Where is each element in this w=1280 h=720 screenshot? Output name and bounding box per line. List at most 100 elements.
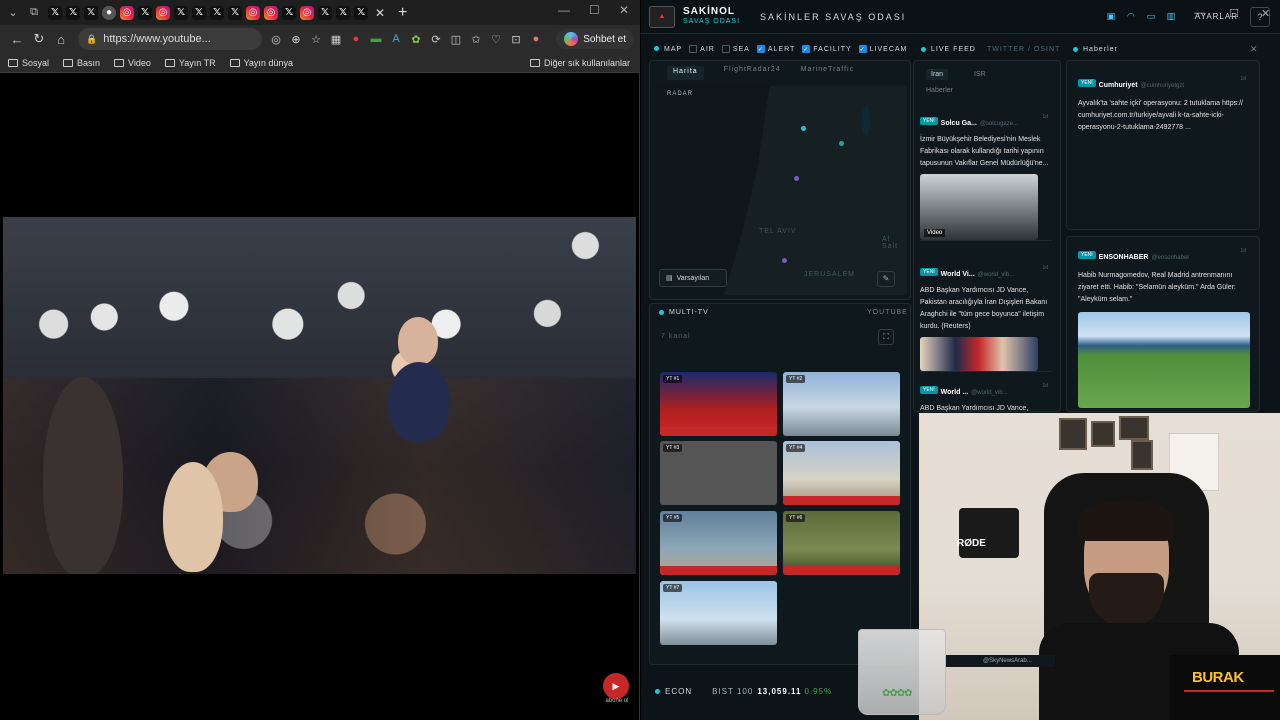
feed-card[interactable]: YENİ Solcu Ga... @solcugaze... 1d İzmir Büyü… — [920, 112, 1052, 241]
tab-x-icon[interactable]: 𝕏 — [210, 5, 224, 20]
bookmark-folder[interactable]: Yayın TR — [164, 58, 216, 68]
maximize-icon[interactable]: ☐ — [1229, 7, 1239, 20]
back-icon[interactable]: ← — [6, 32, 28, 47]
read-aloud-icon[interactable]: ◎ — [266, 33, 286, 46]
tab-x-icon[interactable]: 𝕏 — [66, 5, 80, 20]
filter-livecam[interactable]: ✓ LIVECAM — [858, 45, 908, 53]
tab-iran[interactable]: İran — [926, 69, 949, 80]
filter-air[interactable]: AIR — [689, 45, 715, 53]
close-window-icon[interactable]: ✕ — [1261, 7, 1270, 20]
tab-menu-chevron-icon[interactable]: ⌄ — [4, 4, 22, 22]
tab-ig-icon[interactable]: ◎ — [246, 5, 260, 20]
split-screen-icon[interactable]: ◫ — [446, 33, 466, 46]
feed-card[interactable]: YENİ World ... @world_vib... 1d ABD Başkan Y… — [920, 381, 1052, 416]
news-card[interactable]: YENİ ENSONHABER @ensonhaber 1d Habib Nurmago… — [1078, 246, 1250, 408]
video-player[interactable] — [3, 217, 636, 574]
tv-tile[interactable]: YT #3 — [660, 441, 777, 505]
map-marker[interactable] — [782, 258, 787, 263]
feed-card[interactable]: YENİ World Vi... @world_vib... 1d ABD Başkan… — [920, 263, 1052, 372]
other-bookmarks[interactable]: Diğer sık kullanılanlar — [529, 58, 630, 68]
close-window-icon[interactable]: ✕ — [619, 3, 629, 17]
bookmark-folder[interactable]: Sosyal — [8, 58, 49, 68]
tv-tile[interactable]: YT #5 — [660, 511, 777, 575]
translate-icon[interactable]: A — [386, 33, 406, 45]
favorite-star-icon[interactable]: ☆ — [306, 33, 326, 46]
radar-map[interactable]: TEL AVIV JERUSALEM Al Salt — [654, 86, 907, 295]
tab-x-icon[interactable]: 𝕏 — [228, 5, 242, 20]
bookmark-folder[interactable]: Yayın dünya — [229, 58, 293, 68]
tv-tile[interactable]: YT #2 — [783, 372, 900, 436]
bookmark-folder[interactable]: Basın — [63, 58, 100, 68]
refresh-extension-icon[interactable]: ⟳ — [426, 33, 446, 46]
url-field[interactable]: 🔒 https://www.youtube... — [78, 28, 262, 50]
favorites-icon[interactable]: ✩ — [466, 33, 486, 46]
collections-icon[interactable]: ♡ — [486, 33, 506, 46]
news-media-thumbnail[interactable] — [1078, 312, 1250, 408]
filter-facility[interactable]: ✓ FACILITY — [802, 45, 851, 53]
tab-ot-icon[interactable]: ● — [102, 5, 116, 20]
screenshot-icon[interactable]: ⊡ — [506, 33, 526, 46]
tab-x-icon[interactable]: 𝕏 — [48, 5, 62, 20]
map-tab[interactable]: MarineTraffic — [801, 66, 854, 80]
tab-x-icon[interactable]: 𝕏 — [336, 5, 350, 20]
tab-haberler[interactable]: Haberler — [926, 87, 953, 94]
checkbox[interactable] — [689, 45, 698, 53]
bookmark-folder[interactable]: Video — [114, 58, 151, 68]
tab-ig-icon[interactable]: ◎ — [120, 5, 134, 20]
refresh-icon[interactable]: ↻ — [28, 31, 50, 47]
zoom-icon[interactable]: ⊕ — [286, 33, 306, 46]
map-marker[interactable] — [794, 176, 799, 181]
tab-x-icon[interactable]: 𝕏 — [84, 5, 98, 20]
filter-sea[interactable]: SEA — [721, 45, 750, 53]
news-card[interactable]: YENİ Cumhuriyet @cumhuriyetgzt 1d Ayvalık'ta… — [1078, 74, 1250, 134]
tab-isr[interactable]: ISR — [974, 71, 986, 78]
avatar[interactable]: ● — [526, 33, 546, 45]
extension-icon[interactable]: ▦ — [326, 33, 346, 46]
ticker-value: 13,059.11 — [757, 686, 802, 696]
tab-close-icon[interactable]: ✕ — [372, 6, 388, 20]
tab-x-icon[interactable]: 𝕏 — [354, 5, 368, 20]
minimize-icon[interactable]: — — [1194, 7, 1205, 19]
extension-icon[interactable]: ▬ — [366, 33, 386, 45]
tab-x-icon[interactable]: 𝕏 — [192, 5, 206, 20]
tv-tile[interactable]: YT #1 — [660, 372, 777, 436]
checkbox[interactable]: ✓ — [858, 45, 867, 53]
extension-icon[interactable]: ✿ — [406, 33, 426, 46]
map-marker[interactable] — [801, 126, 806, 131]
map-marker[interactable] — [839, 141, 844, 146]
tv-icon[interactable]: ▭ — [1141, 11, 1161, 22]
checkbox[interactable]: ✓ — [802, 45, 811, 53]
news-card-header: YENİ Cumhuriyet @cumhuriyetgzt — [1078, 74, 1250, 92]
tv-tile[interactable]: YT #4 — [783, 441, 900, 505]
extension-icon[interactable]: ● — [346, 33, 366, 45]
map-icon[interactable]: ▣ — [1101, 11, 1121, 22]
copilot-button[interactable]: Sohbet et — [556, 29, 634, 49]
tab-x-icon[interactable]: 𝕏 — [318, 5, 332, 20]
new-tab-button[interactable]: + — [398, 4, 407, 22]
workspaces-icon[interactable]: ⧉ — [25, 4, 43, 22]
map-default-button[interactable]: ▤ Varsayılan — [659, 269, 727, 287]
filter-alert[interactable]: ✓ ALERT — [756, 45, 795, 53]
tv-tile[interactable]: YT #6 — [783, 511, 900, 575]
map-tab[interactable]: Harita — [667, 66, 704, 80]
tab-ig-icon[interactable]: ◎ — [264, 5, 278, 20]
tab-x-icon[interactable]: 𝕏 — [138, 5, 152, 20]
map-tab[interactable]: FlightRadar24 — [724, 66, 781, 80]
checkbox[interactable]: ✓ — [756, 45, 765, 53]
checkbox[interactable] — [721, 45, 730, 53]
tv-tile[interactable]: YT #7 — [660, 581, 777, 645]
edit-icon[interactable]: ✎ — [877, 271, 895, 287]
tab-ig-icon[interactable]: ◎ — [300, 5, 314, 20]
minimize-icon[interactable]: — — [558, 3, 570, 17]
home-icon[interactable]: ⌂ — [50, 32, 72, 47]
tab-x-icon[interactable]: 𝕏 — [282, 5, 296, 20]
tab-x-icon[interactable]: 𝕏 — [174, 5, 188, 20]
maximize-icon[interactable]: ☐ — [589, 3, 600, 17]
feed-media-thumbnail[interactable]: Video — [920, 174, 1038, 240]
feed-media-thumbnail[interactable] — [920, 337, 1038, 371]
close-icon[interactable]: ✕ — [1250, 44, 1258, 55]
fullscreen-icon[interactable]: ⛶ — [878, 329, 894, 345]
chart-icon[interactable]: ▥ — [1161, 11, 1181, 22]
tab-ig-icon[interactable]: ◎ — [156, 5, 170, 20]
rss-icon[interactable]: ◠ — [1121, 11, 1141, 22]
